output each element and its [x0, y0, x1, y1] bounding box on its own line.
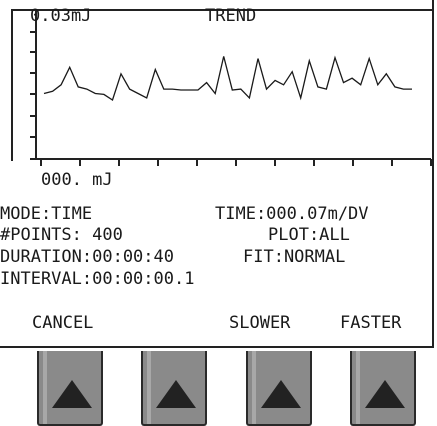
points-readout: #POINTS: 400 — [0, 225, 123, 245]
softkey-button-2[interactable] — [141, 351, 207, 426]
up-triangle-icon — [156, 380, 196, 408]
time-readout: TIME:000.07m/DV — [215, 204, 369, 224]
up-triangle-icon — [365, 380, 405, 408]
up-triangle-icon — [261, 380, 301, 408]
softkey-button-4[interactable] — [350, 351, 416, 426]
softkey-button-1[interactable] — [37, 351, 103, 426]
faster-softkey[interactable]: FASTER — [340, 313, 401, 333]
fit-readout: FIT:NORMAL — [243, 247, 346, 267]
instrument-screen: 0.03mJ TREND 000. mJ MODE:TIME TIME:000.… — [0, 0, 434, 348]
trend-series-line-1 — [43, 55, 412, 102]
y-axis-top-label: 0.03mJ — [30, 6, 92, 26]
mode-readout: MODE:TIME — [0, 204, 93, 224]
up-triangle-icon — [52, 380, 92, 408]
chart-title: TREND — [205, 6, 257, 26]
y-axis-bottom-label: 000. mJ — [41, 170, 113, 190]
plot-readout: PLOT:ALL — [268, 225, 350, 245]
softkey-button-3[interactable] — [246, 351, 312, 426]
button-highlight — [356, 351, 360, 424]
button-highlight — [252, 351, 256, 424]
duration-readout: DURATION:00:00:40 — [0, 247, 174, 267]
cancel-softkey[interactable]: CANCEL — [32, 313, 93, 333]
button-highlight — [147, 351, 151, 424]
button-highlight — [43, 351, 47, 424]
slower-softkey[interactable]: SLOWER — [229, 313, 290, 333]
interval-readout: INTERVAL:00:00:00.1 — [0, 269, 195, 289]
